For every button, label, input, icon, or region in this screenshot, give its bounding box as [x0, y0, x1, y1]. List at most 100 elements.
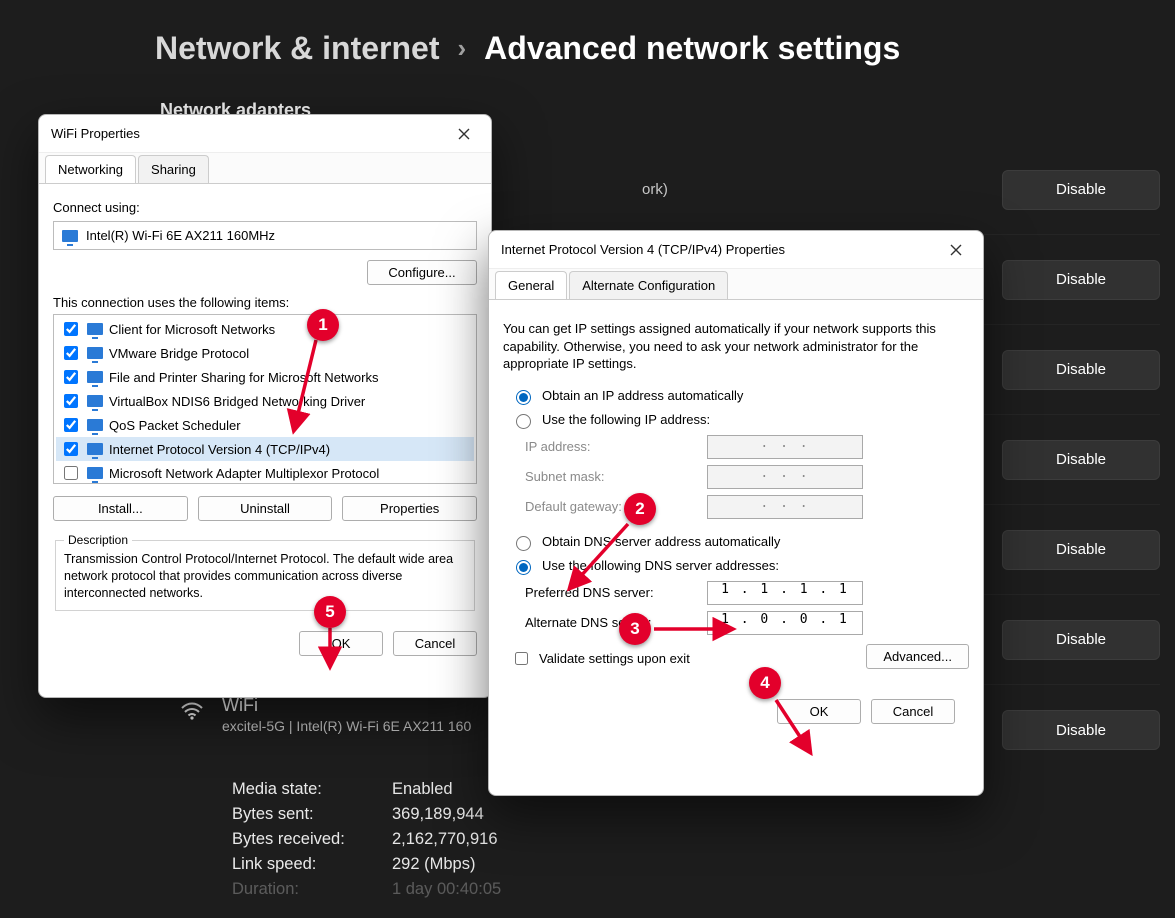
disable-button[interactable]: Disable [1002, 620, 1160, 660]
disable-button[interactable]: Disable [1002, 350, 1160, 390]
radio-label: Obtain DNS server address automatically [542, 534, 780, 549]
item-label: Client for Microsoft Networks [109, 322, 275, 337]
wifi-adapter-detail: WiFi excitel-5G | Intel(R) Wi-Fi 6E AX21… [180, 695, 471, 734]
description-label: Description [64, 533, 132, 547]
close-icon[interactable] [941, 237, 971, 263]
annotation-badge-2: 2 [624, 493, 656, 525]
dns-fields: Preferred DNS server: 1 . 1 . 1 . 1 Alter… [525, 581, 969, 635]
advanced-button[interactable]: Advanced... [866, 644, 969, 669]
network-item[interactable]: QoS Packet Scheduler [56, 413, 474, 437]
network-item[interactable]: File and Printer Sharing for Microsoft N… [56, 365, 474, 389]
item-checkbox[interactable] [64, 370, 78, 384]
item-checkbox[interactable] [64, 394, 78, 408]
items-label: This connection uses the following items… [53, 295, 477, 310]
dialog-title: Internet Protocol Version 4 (TCP/IPv4) P… [501, 242, 785, 257]
disable-button[interactable]: Disable [1002, 530, 1160, 570]
radio-input[interactable] [516, 390, 531, 405]
radio-input[interactable] [516, 560, 531, 575]
item-label: VMware Bridge Protocol [109, 346, 249, 361]
adapter-sub-fragment: ork) [642, 181, 668, 198]
preferred-dns-field[interactable]: 1 . 1 . 1 . 1 [707, 581, 863, 605]
ok-button[interactable]: OK [299, 631, 383, 656]
wifi-properties-dialog: WiFi Properties Networking Sharing Conne… [38, 114, 492, 698]
ip-fields: IP address: . . . Subnet mask: . . . Defau… [525, 435, 969, 519]
item-label: Microsoft Network Adapter Multiplexor Pr… [109, 466, 379, 481]
annotation-badge-4: 4 [749, 667, 781, 699]
alternate-dns-field[interactable]: 1 . 0 . 0 . 1 [707, 611, 863, 635]
ok-button[interactable]: OK [777, 699, 861, 724]
tab-sharing[interactable]: Sharing [138, 155, 209, 183]
item-checkbox[interactable] [64, 322, 78, 336]
network-item[interactable]: Microsoft Network Adapter Multiplexor Pr… [56, 461, 474, 484]
annotation-badge-3: 3 [619, 613, 651, 645]
stat-value: 1 day 00:40:05 [392, 880, 501, 899]
description-text: Transmission Control Protocol/Internet P… [64, 551, 466, 602]
wifi-title: WiFi [222, 695, 471, 716]
configure-button[interactable]: Configure... [367, 260, 477, 285]
dialog-titlebar[interactable]: WiFi Properties [39, 115, 491, 153]
checkbox-input[interactable] [515, 652, 528, 665]
ip-auto-radio[interactable]: Obtain an IP address automatically [511, 387, 969, 405]
stat-value: Enabled [392, 780, 453, 799]
stat-label: Link speed: [232, 855, 372, 874]
tab-general[interactable]: General [495, 271, 567, 299]
connect-using-label: Connect using: [53, 200, 477, 215]
alternate-dns-label: Alternate DNS server: [525, 615, 695, 630]
checkbox-label: Validate settings upon exit [539, 651, 690, 666]
ipv4-properties-dialog: Internet Protocol Version 4 (TCP/IPv4) P… [488, 230, 984, 796]
item-checkbox[interactable] [64, 466, 78, 480]
install-button[interactable]: Install... [53, 496, 188, 521]
protocol-icon [87, 419, 103, 431]
gateway-field: . . . [707, 495, 863, 519]
close-icon[interactable] [449, 121, 479, 147]
adapter-field[interactable]: Intel(R) Wi-Fi 6E AX211 160MHz [53, 221, 477, 250]
preferred-dns-label: Preferred DNS server: [525, 585, 695, 600]
network-item[interactable]: Internet Protocol Version 4 (TCP/IPv4) [56, 437, 474, 461]
disable-button[interactable]: Disable [1002, 710, 1160, 750]
annotation-badge-1: 1 [307, 309, 339, 341]
ip-address-label: IP address: [525, 439, 695, 454]
radio-label: Use the following DNS server addresses: [542, 558, 779, 573]
stat-value: 292 (Mbps) [392, 855, 475, 874]
cancel-button[interactable]: Cancel [871, 699, 955, 724]
dns-auto-radio[interactable]: Obtain DNS server address automatically [511, 533, 969, 551]
wifi-icon [180, 701, 204, 727]
radio-input[interactable] [516, 414, 531, 429]
protocol-icon [87, 443, 103, 455]
disable-button[interactable]: Disable [1002, 260, 1160, 300]
protocol-icon [87, 347, 103, 359]
tab-alternate-configuration[interactable]: Alternate Configuration [569, 271, 728, 299]
item-checkbox[interactable] [64, 418, 78, 432]
gateway-label: Default gateway: [525, 499, 695, 514]
item-checkbox[interactable] [64, 442, 78, 456]
dialog-titlebar[interactable]: Internet Protocol Version 4 (TCP/IPv4) P… [489, 231, 983, 269]
stat-label: Bytes received: [232, 830, 372, 849]
stat-value: 369,189,944 [392, 805, 484, 824]
network-item[interactable]: VirtualBox NDIS6 Bridged Networking Driv… [56, 389, 474, 413]
wifi-subtitle: excitel-5G | Intel(R) Wi-Fi 6E AX211 160 [222, 718, 471, 734]
dialog-title: WiFi Properties [51, 126, 140, 141]
network-adapter-icon [62, 230, 78, 242]
network-item[interactable]: VMware Bridge Protocol [56, 341, 474, 365]
network-item[interactable]: Client for Microsoft Networks [56, 317, 474, 341]
properties-button[interactable]: Properties [342, 496, 477, 521]
protocol-icon [87, 467, 103, 479]
disable-button[interactable]: Disable [1002, 170, 1160, 210]
item-checkbox[interactable] [64, 346, 78, 360]
annotation-badge-5: 5 [314, 596, 346, 628]
subnet-label: Subnet mask: [525, 469, 695, 484]
network-items-list[interactable]: Client for Microsoft Networks VMware Brid… [53, 314, 477, 484]
breadcrumb: Network & internet › Advanced network se… [155, 30, 900, 67]
dns-manual-radio[interactable]: Use the following DNS server addresses: [511, 557, 969, 575]
disable-button[interactable]: Disable [1002, 440, 1160, 480]
stat-label: Duration: [232, 880, 372, 899]
cancel-button[interactable]: Cancel [393, 631, 477, 656]
chevron-right-icon: › [457, 33, 466, 64]
ip-manual-radio[interactable]: Use the following IP address: [511, 411, 969, 429]
breadcrumb-parent[interactable]: Network & internet [155, 30, 439, 67]
uninstall-button[interactable]: Uninstall [198, 496, 333, 521]
item-label: QoS Packet Scheduler [109, 418, 241, 433]
subnet-field: . . . [707, 465, 863, 489]
radio-input[interactable] [516, 536, 531, 551]
tab-networking[interactable]: Networking [45, 155, 136, 183]
